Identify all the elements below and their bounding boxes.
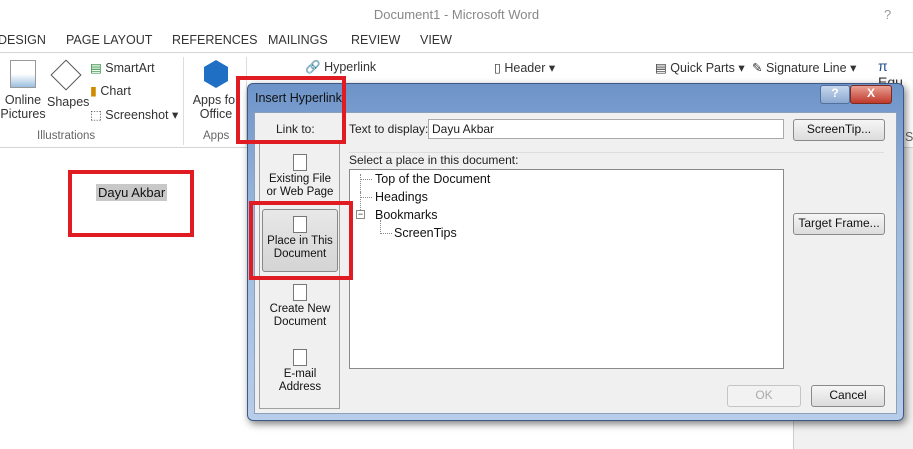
text-to-display-input[interactable]: Dayu Akbar xyxy=(428,119,784,139)
screenshot-button[interactable]: ⬚ Screenshot ▾ xyxy=(90,107,178,122)
symbols-group-label: Sym xyxy=(905,130,913,144)
cancel-button[interactable]: Cancel xyxy=(811,385,885,407)
window-title: Document1 - Microsoft Word xyxy=(373,7,540,22)
online-label: Online xyxy=(4,93,42,107)
tree-item-top[interactable]: Top of the Document xyxy=(375,172,490,186)
online-pictures-icon xyxy=(10,60,36,88)
highlight-box xyxy=(236,76,346,144)
target-frame-button[interactable]: Target Frame... xyxy=(793,213,885,235)
chart-button[interactable]: ▮ Chart xyxy=(90,83,131,98)
help-button[interactable]: ? xyxy=(884,7,891,22)
select-place-label: Select a place in this document: xyxy=(349,153,519,167)
quick-parts-icon: ▤ xyxy=(655,61,667,75)
chart-icon: ▮ xyxy=(90,84,97,98)
tab-design[interactable]: DESIGN xyxy=(0,33,46,47)
tab-view[interactable]: VIEW xyxy=(420,33,452,47)
link-email-address[interactable]: E-mail Address xyxy=(262,349,338,394)
dialog-help-button[interactable]: ? xyxy=(820,85,850,104)
link-existing-file[interactable]: Existing File or Web Page xyxy=(262,154,338,199)
tree-item-screentips[interactable]: ScreenTips xyxy=(394,226,457,240)
apps-icon xyxy=(204,60,228,88)
place-tree[interactable]: − Top of the Document Headings Bookmarks… xyxy=(349,169,784,369)
tab-references[interactable]: REFERENCES xyxy=(172,33,257,47)
collapse-icon[interactable]: − xyxy=(356,210,365,219)
smartart-icon: ▤ xyxy=(90,61,102,75)
highlight-box xyxy=(68,170,194,237)
apps-group-label: Apps xyxy=(203,130,230,142)
tab-review[interactable]: REVIEW xyxy=(351,33,400,47)
signature-icon: ✎ xyxy=(752,61,763,75)
shapes-label: Shapes xyxy=(47,95,90,109)
hyperlink-icon: 🔗 xyxy=(305,60,321,74)
office-label: Office xyxy=(199,107,233,121)
illustrations-group-label: Illustrations xyxy=(37,130,96,142)
ok-button[interactable]: OK xyxy=(727,385,801,407)
screenshot-icon: ⬚ xyxy=(90,108,102,122)
pi-icon: π xyxy=(878,58,888,74)
quick-parts-button[interactable]: ▤ Quick Parts ▾ xyxy=(655,60,745,75)
text-to-display-label: Text to display: xyxy=(349,122,429,136)
shapes-button[interactable]: Shapes xyxy=(47,59,90,109)
online-pictures-button[interactable]: Online Pictures xyxy=(0,60,46,121)
apps-for-office-button[interactable]: Apps for Office xyxy=(192,60,240,121)
new-document-icon xyxy=(293,284,307,301)
header-icon: ▯ xyxy=(494,61,501,75)
hyperlink-button[interactable]: 🔗 Hyperlink xyxy=(305,60,376,75)
pictures-label: Pictures xyxy=(0,107,46,121)
link-create-new-document[interactable]: Create New Document xyxy=(262,284,338,329)
smartart-button[interactable]: ▤ SmartArt xyxy=(90,60,155,75)
tab-page-layout[interactable]: PAGE LAYOUT xyxy=(66,33,152,47)
dialog-close-button[interactable]: X xyxy=(850,85,892,104)
email-icon xyxy=(293,349,307,366)
apps-for-label: Apps for xyxy=(192,93,240,107)
signature-line-button[interactable]: ✎ Signature Line ▾ xyxy=(752,60,856,75)
screentip-button[interactable]: ScreenTip... xyxy=(793,119,885,141)
tab-mailings[interactable]: MAILINGS xyxy=(268,33,328,47)
tree-item-headings[interactable]: Headings xyxy=(375,190,428,204)
shapes-icon xyxy=(50,59,82,91)
web-page-icon xyxy=(293,154,307,171)
header-button[interactable]: ▯ Header ▾ xyxy=(494,60,555,75)
highlight-box xyxy=(249,201,353,280)
tree-item-bookmarks[interactable]: Bookmarks xyxy=(375,208,438,222)
